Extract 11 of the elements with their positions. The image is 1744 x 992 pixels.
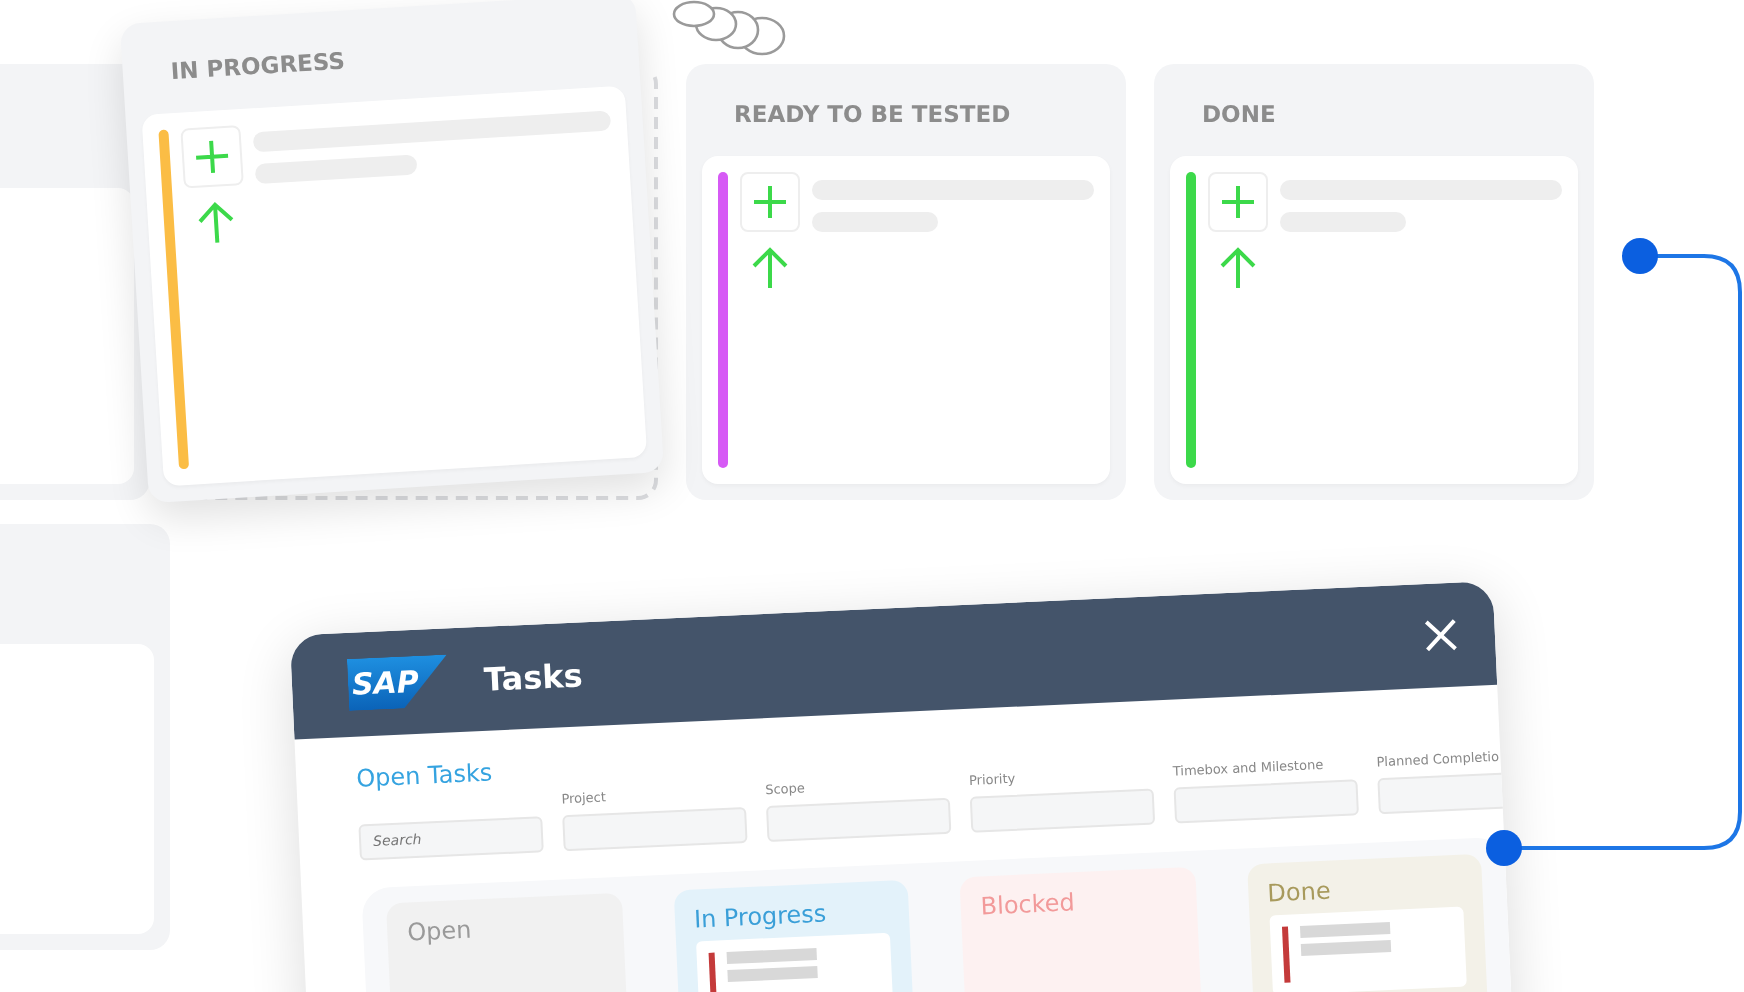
column-title: IN PROGRESS	[167, 44, 348, 88]
view-link[interactable]: Open Tasks	[355, 756, 541, 793]
lane-title: Done	[1266, 874, 1334, 908]
dialog-title: Tasks	[483, 653, 586, 698]
column-title: DONE	[1200, 100, 1278, 128]
logo: SAP	[346, 654, 450, 711]
board-column[interactable]: IN PROGRESS	[119, 0, 665, 504]
lane-title: Open	[406, 913, 474, 947]
column-title: READY TO BE TESTED	[732, 100, 1013, 128]
lane-title: Blocked	[980, 886, 1078, 921]
lane-title: In Progress	[693, 897, 829, 934]
